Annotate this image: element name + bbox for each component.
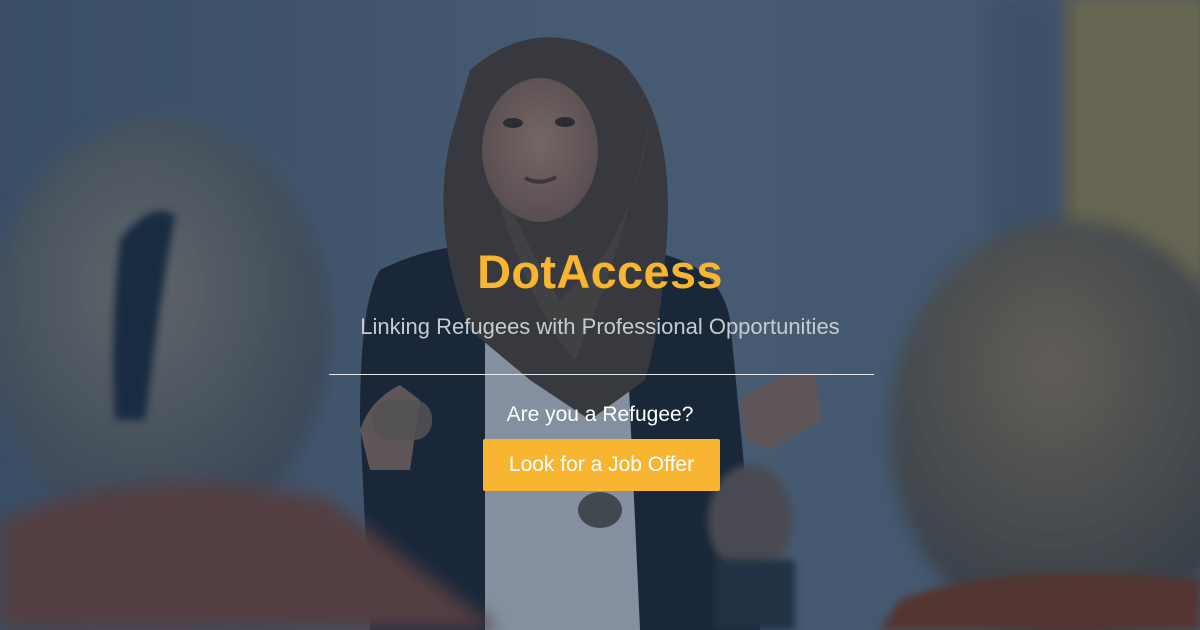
- hero-section: DotAccess Linking Refugees with Professi…: [0, 0, 1200, 630]
- tagline: Linking Refugees with Professional Oppor…: [360, 314, 840, 339]
- refugee-question: Are you a Refugee?: [506, 403, 694, 426]
- hero-content: DotAccess Linking Refugees with Professi…: [0, 0, 1200, 630]
- brand-title: DotAccess: [477, 245, 723, 298]
- divider: [329, 374, 874, 375]
- look-for-job-offer-button[interactable]: Look for a Job Offer: [483, 439, 720, 491]
